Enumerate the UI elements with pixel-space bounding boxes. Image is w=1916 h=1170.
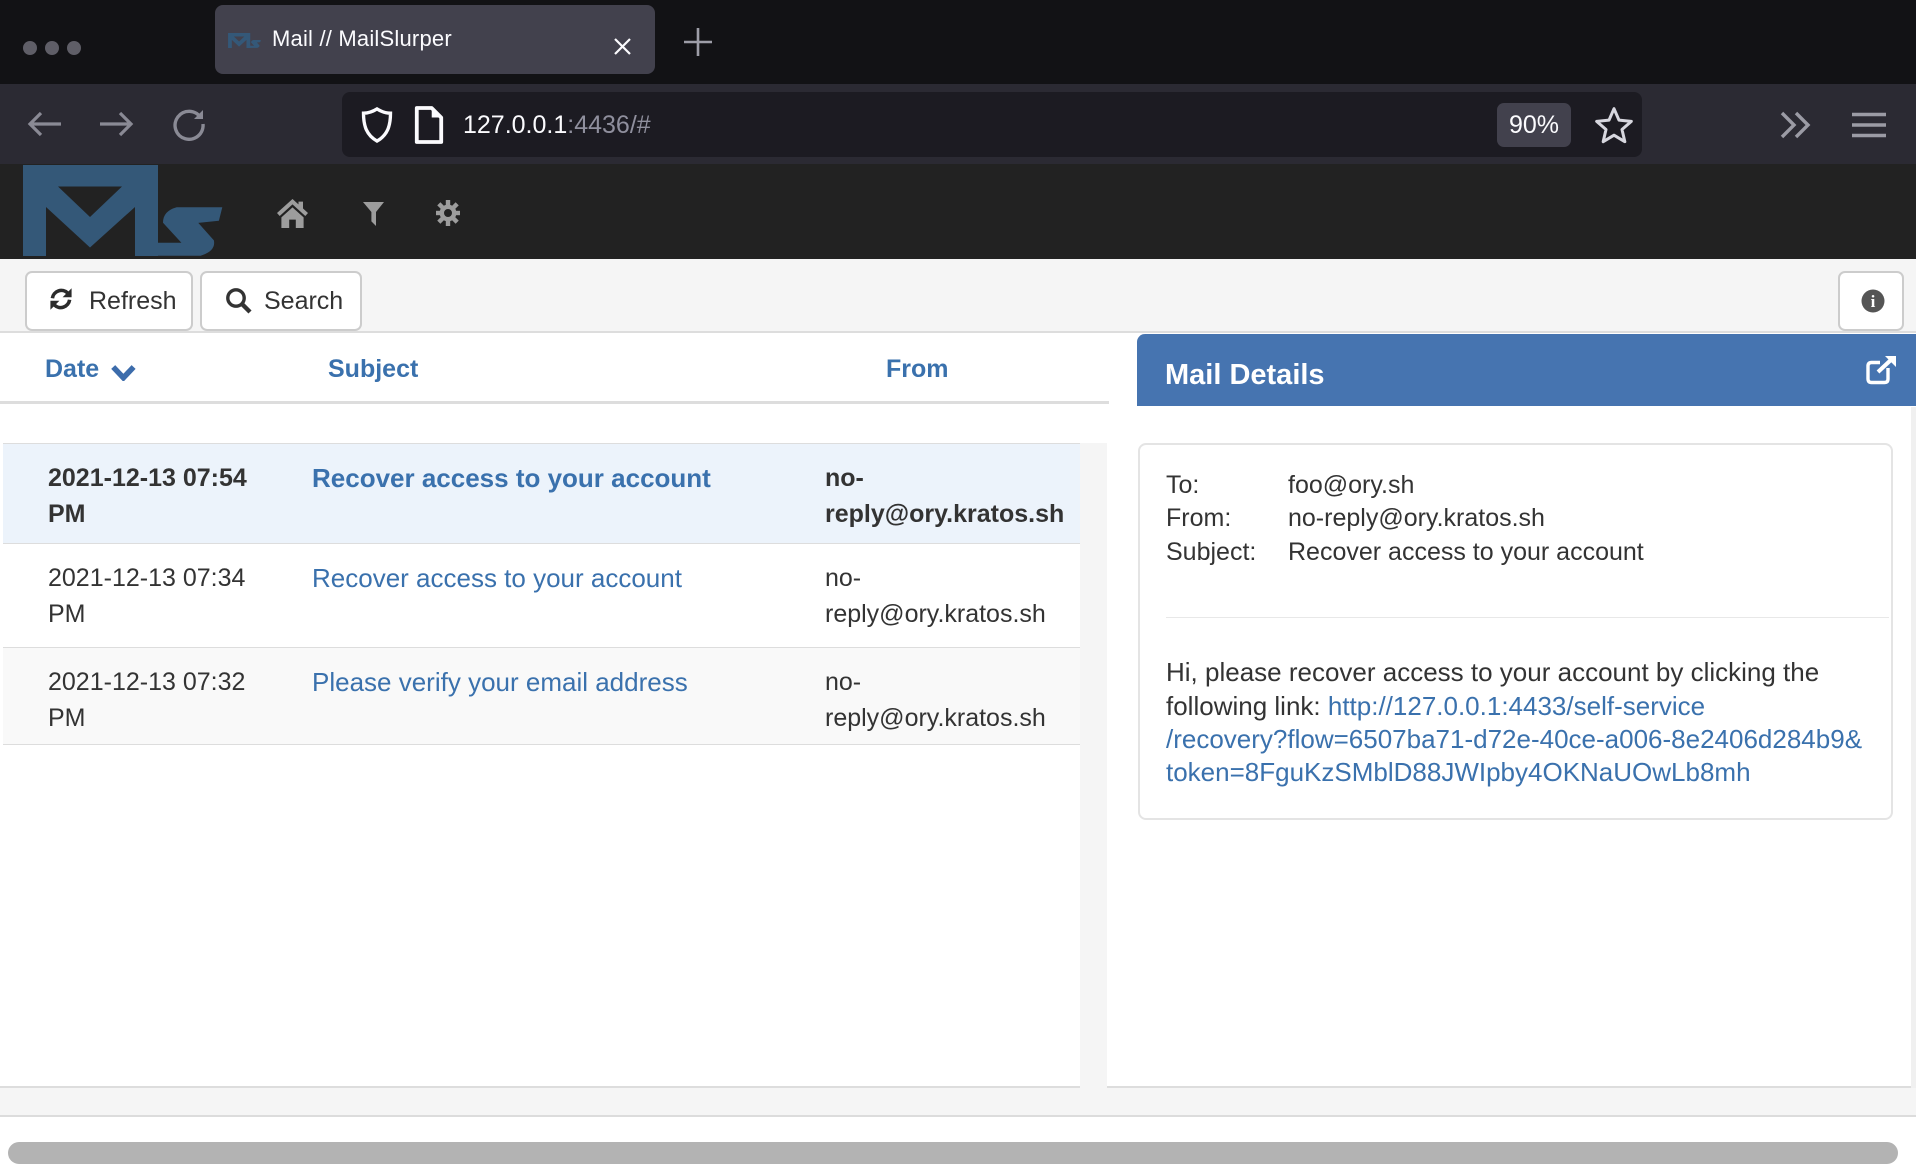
svg-text:i: i xyxy=(1871,292,1876,311)
